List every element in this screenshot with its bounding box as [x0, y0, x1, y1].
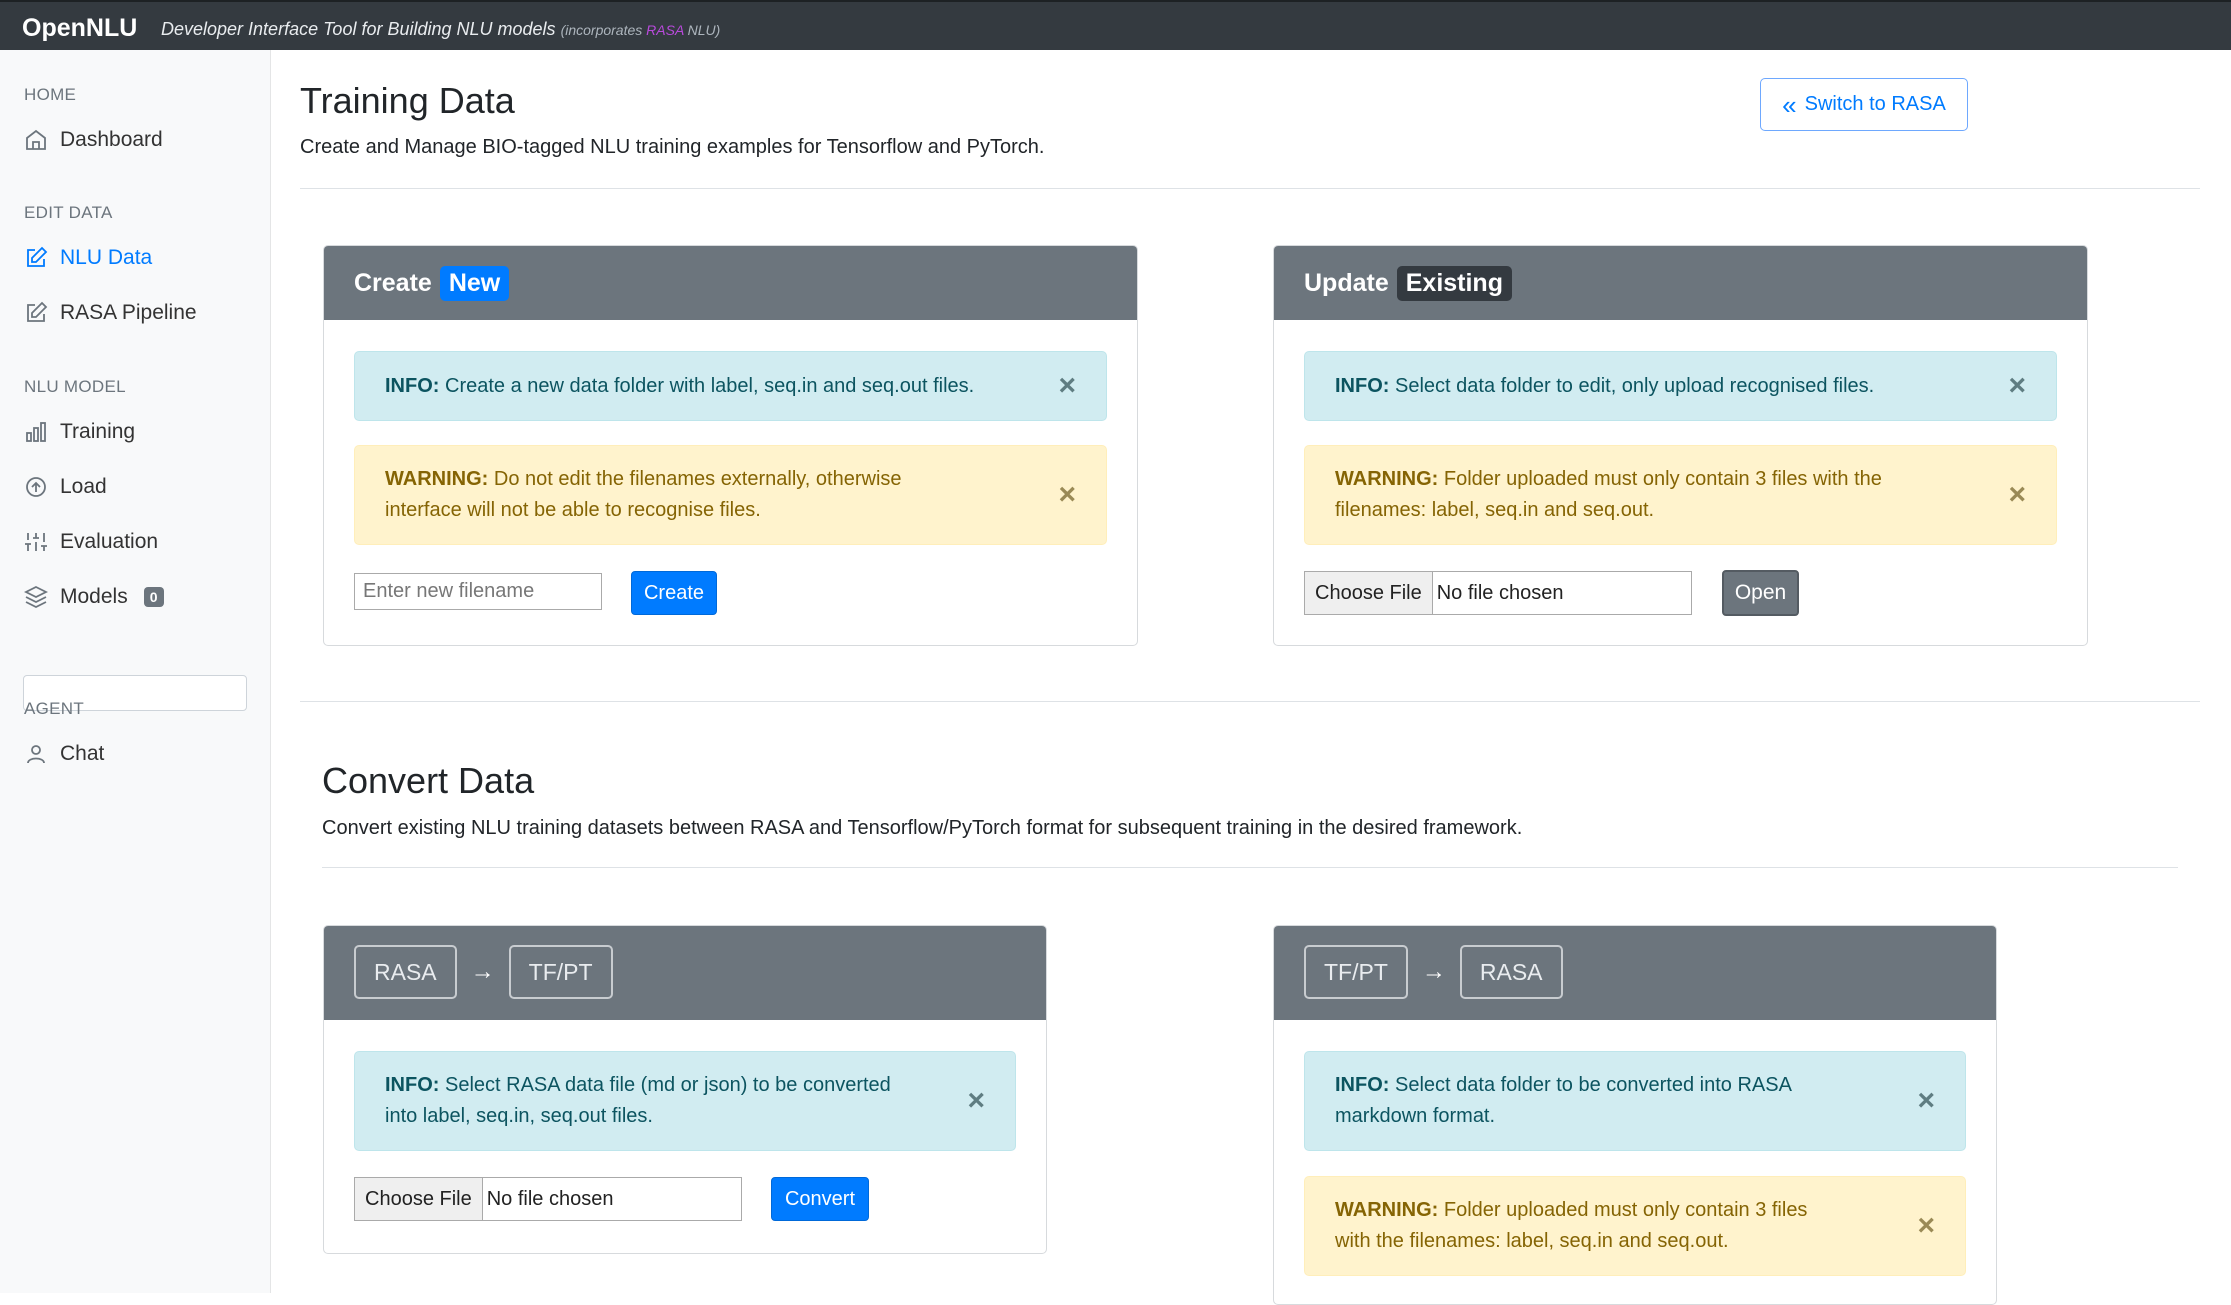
arrow-right-icon: → [1421, 958, 1446, 985]
arrow-right-icon: → [470, 958, 495, 985]
edit-icon [27, 246, 48, 267]
close-icon[interactable]: × [1917, 1211, 1935, 1241]
close-icon[interactable]: × [1058, 480, 1076, 510]
source-format-tag: TF/PT [1304, 945, 1408, 999]
sidebar-item-evaluation[interactable]: Evaluation [24, 530, 158, 554]
info-alert: INFO: Create a new data folder with labe… [354, 351, 1107, 421]
page-subtitle: Create and Manage BIO-tagged NLU trainin… [300, 136, 1045, 158]
convert-section-subtitle: Convert existing NLU training datasets b… [322, 817, 1523, 839]
file-status: No file chosen [1436, 581, 1564, 604]
sidebar-item-rasa-pipeline[interactable]: RASA Pipeline [24, 301, 197, 325]
file-input[interactable]: Choose File No file chosen [354, 1177, 742, 1221]
user-icon [27, 745, 45, 764]
source-format-tag: RASA [354, 945, 457, 999]
sidebar-item-dashboard[interactable]: Dashboard [24, 128, 163, 152]
target-format-tag: RASA [1459, 945, 1563, 999]
create-button[interactable]: Create [631, 571, 717, 615]
sidebar-heading-home: HOME [24, 85, 77, 104]
brand-logo[interactable]: OpenNLU [22, 14, 137, 43]
choose-file-button[interactable]: Choose File [355, 1178, 483, 1220]
layers-icon [24, 585, 48, 609]
app-tagline: Developer Interface Tool for Building NL… [161, 19, 721, 39]
convert-button[interactable]: Convert [771, 1177, 869, 1221]
top-navbar: OpenNLU Developer Interface Tool for Bui… [0, 0, 2231, 50]
edit-icon [27, 301, 48, 322]
info-alert: INFO: Select data folder to edit, only u… [1304, 351, 2057, 421]
tfpt-to-rasa-card: TF/PT → RASA INFO: Select data folder to… [1273, 925, 1997, 1305]
choose-file-button[interactable]: Choose File [1305, 572, 1433, 614]
sliders-icon [25, 533, 47, 551]
warning-alert: WARNING: Folder uploaded must only conta… [1304, 445, 2057, 545]
sidebar-item-load[interactable]: Load [24, 475, 107, 499]
create-new-card: Create New INFO: Create a new data folde… [323, 245, 1138, 646]
page-title: Training Data [300, 80, 515, 121]
sidebar-item-nlu-data[interactable]: NLU Data [24, 246, 152, 270]
divider [300, 188, 2200, 189]
close-icon[interactable]: × [1917, 1086, 1935, 1116]
models-count-badge: 0 [143, 587, 164, 607]
new-badge: New [439, 266, 510, 301]
info-alert: INFO: Select RASA data file (md or json)… [354, 1051, 1016, 1151]
convert-section-title: Convert Data [322, 760, 535, 801]
switch-to-rasa-button[interactable]: « Switch to RASA [1760, 78, 1968, 131]
close-icon[interactable]: × [2008, 480, 2026, 510]
filename-input[interactable]: Enter new filename [354, 573, 602, 610]
warning-alert: WARNING: Do not edit the filenames exter… [354, 445, 1107, 545]
close-icon[interactable]: × [1058, 371, 1076, 401]
upload-circle-icon [26, 477, 46, 497]
target-format-tag: TF/PT [508, 945, 613, 999]
sidebar-item-models[interactable]: Models 0 [24, 585, 164, 609]
warning-alert: WARNING: Folder uploaded must only conta… [1304, 1176, 1966, 1276]
sidebar-item-training[interactable]: Training [24, 420, 135, 444]
sidebar-item-chat[interactable]: Chat [24, 742, 104, 766]
sidebar-heading-agent: AGENT [24, 699, 85, 718]
card-header: TF/PT → RASA [1274, 926, 1996, 1020]
card-title: Update [1304, 269, 1389, 297]
rasa-to-tfpt-card: RASA → TF/PT INFO: Select RASA data file… [323, 925, 1047, 1254]
card-header: Create New [324, 246, 1137, 320]
sidebar-heading-nlu-model: NLU MODEL [24, 377, 126, 396]
card-header: RASA → TF/PT [324, 926, 1046, 1020]
card-header: Update Existing [1274, 246, 2087, 320]
divider [300, 701, 2200, 702]
double-chevron-left-icon: « [1782, 89, 1797, 120]
divider [322, 867, 2178, 868]
file-status: No file chosen [486, 1187, 614, 1210]
sidebar-heading-edit-data: EDIT DATA [24, 203, 113, 222]
file-input[interactable]: Choose File No file chosen [1304, 571, 1692, 615]
open-button[interactable]: Open [1722, 570, 1799, 616]
update-existing-card: Update Existing INFO: Select data folder… [1273, 245, 2088, 646]
close-icon[interactable]: × [967, 1086, 985, 1116]
home-icon [26, 129, 46, 150]
info-alert: INFO: Select data folder to be converted… [1304, 1051, 1966, 1151]
bar-chart-icon [26, 422, 46, 442]
existing-badge: Existing [1396, 266, 1512, 301]
close-icon[interactable]: × [2008, 371, 2026, 401]
sidebar: HOME Dashboard EDIT DATA NLU Data RASA P… [0, 50, 271, 1293]
card-title: Create [354, 269, 432, 297]
